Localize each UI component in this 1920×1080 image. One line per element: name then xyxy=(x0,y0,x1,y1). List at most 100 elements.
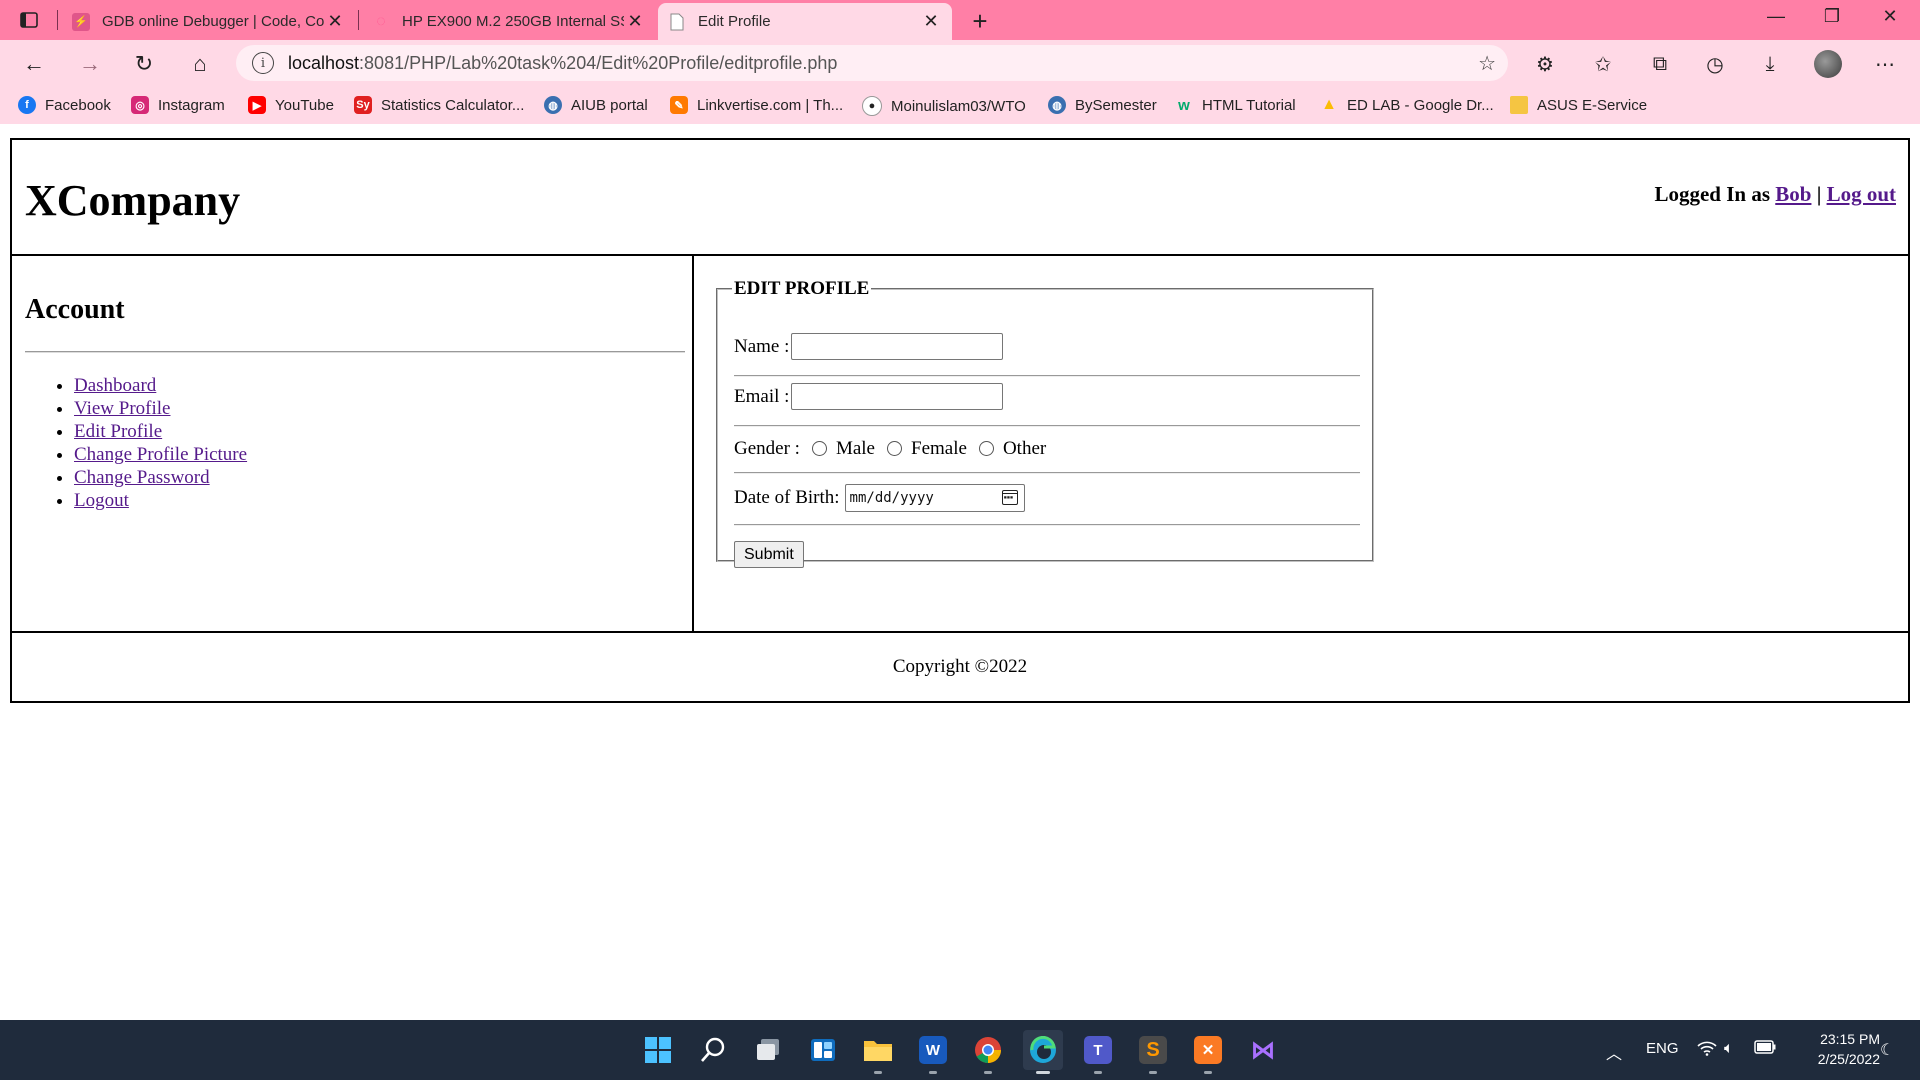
sidebar-link-change-password[interactable]: Change Password xyxy=(74,467,210,488)
collections-icon[interactable]: ⧉ xyxy=(1645,50,1675,78)
gender-label: Gender : xyxy=(734,438,800,459)
tab-edit-profile[interactable]: Edit Profile ✕ xyxy=(658,3,952,40)
gender-other-radio[interactable] xyxy=(978,440,994,456)
running-indicator xyxy=(984,1071,992,1074)
name-input[interactable] xyxy=(791,333,1004,360)
notifications-icon[interactable]: ☾ xyxy=(1880,1040,1894,1060)
instagram-icon: ◎ xyxy=(131,96,149,114)
bookmark-html-tutorial[interactable]: w HTML Tutorial xyxy=(1175,96,1295,114)
back-icon[interactable]: ← xyxy=(18,48,50,80)
battery-icon[interactable] xyxy=(1754,1040,1776,1058)
sidebar-link-edit-profile[interactable]: Edit Profile xyxy=(74,421,162,442)
sidebar-item: View Profile xyxy=(74,397,247,420)
folder-icon xyxy=(864,1041,892,1061)
bookmark-instagram[interactable]: ◎ Instagram xyxy=(131,96,225,114)
tab-title: HP EX900 M.2 250GB Internal SS xyxy=(402,13,624,30)
page-favicon-icon xyxy=(668,13,686,31)
bookmark-statistics-calculator[interactable]: Sy Statistics Calculator... xyxy=(354,96,524,114)
widgets-button[interactable] xyxy=(803,1030,843,1070)
running-indicator xyxy=(874,1071,882,1074)
edge-button[interactable] xyxy=(1023,1030,1063,1074)
gender-female-radio[interactable] xyxy=(887,440,902,456)
language-indicator[interactable]: ENG xyxy=(1646,1040,1679,1057)
site-info-icon[interactable]: i xyxy=(252,52,274,74)
favorites-icon[interactable]: ✩ xyxy=(1588,50,1618,78)
clock[interactable]: 23:15 PM 2/25/2022 xyxy=(1790,1029,1880,1069)
extensions-icon[interactable]: ⚙ xyxy=(1530,50,1560,78)
bookmark-asus-eservice[interactable]: ASUS E-Service xyxy=(1510,96,1647,114)
bookmark-ed-lab[interactable]: ▲ ED LAB - Google Dr... xyxy=(1320,96,1494,114)
more-menu-icon[interactable]: ⋯ xyxy=(1870,50,1900,78)
bookmark-aiub-portal[interactable]: ◍ AIUB portal xyxy=(544,96,648,114)
new-tab-icon[interactable]: + xyxy=(965,6,995,37)
visual-studio-button[interactable]: ⋈ xyxy=(1243,1030,1283,1070)
sidebar-link-logout[interactable]: Logout xyxy=(74,490,129,511)
sidebar: Account Dashboard View Profile Edit Prof… xyxy=(10,254,694,633)
show-hidden-icons-icon[interactable]: ︿ xyxy=(1606,1040,1622,1064)
restore-icon[interactable]: ❐ xyxy=(1812,6,1852,27)
form-divider xyxy=(734,375,1360,377)
bookmark-linkvertise[interactable]: ✎ Linkvertise.com | Th... xyxy=(670,96,843,114)
form-divider xyxy=(734,425,1360,427)
name-row: Name : xyxy=(734,333,1004,360)
minimize-icon[interactable]: — xyxy=(1756,6,1796,27)
profile-avatar[interactable] xyxy=(1814,50,1842,78)
email-label: Email : xyxy=(734,385,790,407)
gender-male-radio[interactable] xyxy=(811,440,827,456)
tab-hp-ex900[interactable]: ◌ HP EX900 M.2 250GB Internal SS ✕ xyxy=(362,3,656,40)
sidebar-link-view-profile[interactable]: View Profile xyxy=(74,398,170,419)
close-window-icon[interactable]: ✕ xyxy=(1870,6,1910,27)
email-input[interactable] xyxy=(791,383,1004,410)
name-label: Name : xyxy=(734,335,790,357)
close-tab-icon[interactable]: ✕ xyxy=(624,11,646,32)
start-button[interactable] xyxy=(638,1030,678,1070)
running-indicator xyxy=(1204,1071,1212,1074)
linkvertise-icon: ✎ xyxy=(670,96,688,114)
tab-gdb[interactable]: ⚡ GDB online Debugger | Code, Co ✕ xyxy=(62,3,356,40)
search-button[interactable] xyxy=(693,1030,733,1070)
home-icon[interactable]: ⌂ xyxy=(184,48,216,80)
globe-icon: ◍ xyxy=(544,96,562,114)
gender-other-label: Other xyxy=(1002,438,1047,459)
bookmark-facebook[interactable]: f Facebook xyxy=(18,96,111,114)
downloads-icon[interactable]: ⤓ xyxy=(1755,50,1785,78)
add-favorite-icon[interactable]: ☆ xyxy=(1478,51,1496,76)
close-tab-icon[interactable]: ✕ xyxy=(324,11,346,32)
layout-table: XCompany Logged In as Bob | Log out Acco… xyxy=(10,138,1910,703)
history-icon[interactable]: ◷ xyxy=(1700,50,1730,78)
wifi-icon[interactable] xyxy=(1697,1040,1717,1061)
sidebar-link-change-picture[interactable]: Change Profile Picture xyxy=(74,444,247,465)
running-indicator xyxy=(1149,1071,1157,1074)
windows-logo-icon xyxy=(645,1037,671,1063)
url-text[interactable]: localhost:8081/PHP/Lab%20task%204/Edit%2… xyxy=(288,53,837,74)
volume-icon[interactable]: 🔈︎ xyxy=(1724,1040,1734,1058)
forward-icon[interactable]: → xyxy=(74,48,106,80)
address-bar[interactable]: i localhost:8081/PHP/Lab%20task%204/Edit… xyxy=(236,45,1508,81)
submit-button[interactable]: Submit xyxy=(734,541,804,568)
sublime-text-button[interactable]: S xyxy=(1133,1030,1173,1074)
word-button[interactable]: W xyxy=(913,1030,953,1074)
close-tab-icon[interactable]: ✕ xyxy=(920,11,942,32)
sidebar-link-dashboard[interactable]: Dashboard xyxy=(74,375,156,396)
dob-input[interactable]: mm/dd/yyyy xyxy=(844,484,1025,512)
xampp-button[interactable]: ✕ xyxy=(1188,1030,1228,1074)
sidebar-divider xyxy=(25,351,685,353)
dob-placeholder: mm/dd/yyyy xyxy=(849,490,934,506)
bookmark-youtube[interactable]: ▶ YouTube xyxy=(248,96,334,114)
bookmark-bysemester[interactable]: ◍ BySemester xyxy=(1048,96,1157,114)
teams-button[interactable]: T xyxy=(1078,1030,1118,1074)
logout-link[interactable]: Log out xyxy=(1827,182,1896,206)
file-explorer-button[interactable] xyxy=(858,1030,898,1074)
calendar-icon[interactable] xyxy=(1001,490,1018,505)
running-indicator xyxy=(1094,1071,1102,1074)
w3schools-icon: w xyxy=(1178,96,1190,114)
form-divider xyxy=(734,524,1360,526)
chrome-button[interactable] xyxy=(968,1030,1008,1074)
sy-icon: Sy xyxy=(354,96,372,114)
bookmark-github[interactable]: ● Moinulislam03/WTO xyxy=(862,96,1026,116)
taskbar: W T S ✕ ⋈ ︿ ENG 🔈︎ 23:15 PM 2/25/2022 ☾ xyxy=(0,1020,1920,1080)
refresh-icon[interactable]: ↻ xyxy=(128,48,160,80)
tab-actions-icon[interactable] xyxy=(16,8,42,32)
task-view-button[interactable] xyxy=(748,1030,788,1070)
user-link[interactable]: Bob xyxy=(1775,182,1811,206)
